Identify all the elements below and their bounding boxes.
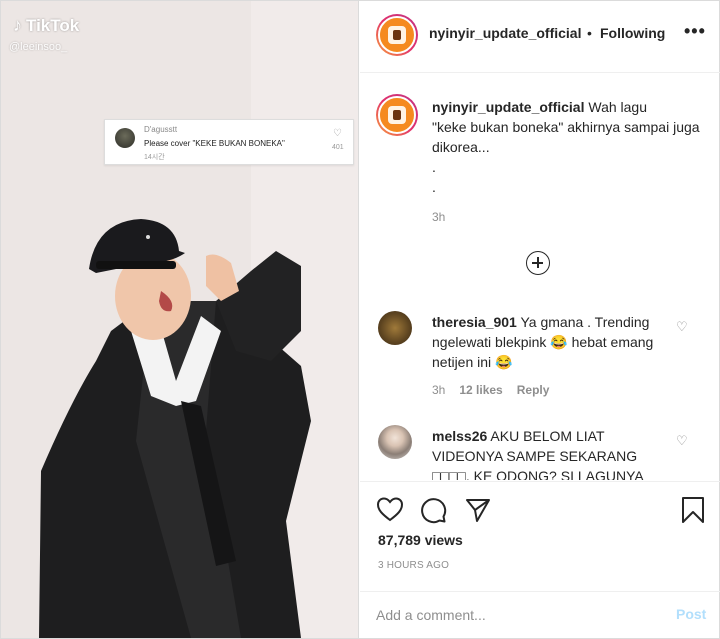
following-button[interactable]: Following <box>600 25 665 41</box>
caption-dot-2: . <box>432 179 436 195</box>
header-separator: • <box>587 25 592 41</box>
reply-card-likes: 401 <box>332 144 344 151</box>
header-avatar[interactable] <box>376 14 418 56</box>
comment-avatar[interactable] <box>378 425 412 459</box>
comments-section[interactable]: nyinyir_update_official Wah lagu "keke b… <box>360 74 720 480</box>
reply-card-user: D'agusstt <box>144 125 178 134</box>
comment-heart-icon[interactable]: ♡ <box>676 433 688 449</box>
caption-avatar-image <box>378 96 416 134</box>
post-timestamp[interactable]: 3 HOURS AGO <box>378 560 449 571</box>
header-username[interactable]: nyinyir_update_official <box>429 25 581 41</box>
action-bar: 87,789 views 3 HOURS AGO <box>360 481 720 591</box>
bookmark-icon[interactable] <box>680 496 706 524</box>
tiktok-logo-text: TikTok <box>26 15 80 35</box>
tiktok-note-icon: ♪ <box>13 15 22 35</box>
reply-card-heart-icon: ♡ <box>333 128 342 139</box>
caption-dot-1: . <box>432 159 436 175</box>
avatar-glyph <box>388 26 406 44</box>
share-icon[interactable] <box>464 496 492 524</box>
tiktok-reply-card: D'agusstt Please cover "KEKE BUKAN BONEK… <box>104 119 354 165</box>
more-icon[interactable]: ••• <box>684 21 706 42</box>
comment-username[interactable]: theresia_901 <box>432 314 517 330</box>
comment-input[interactable] <box>376 604 656 626</box>
comment-reply-button[interactable]: Reply <box>517 383 550 397</box>
reply-card-text: Please cover "KEKE BUKAN BONEKA" <box>144 139 285 148</box>
comment-icon[interactable] <box>419 496 447 524</box>
instagram-post-modal: ♪ TikTok @leeinsoo_ D'agusstt Please cov… <box>0 0 720 639</box>
post-side-panel: nyinyir_update_official • Following ••• … <box>360 1 720 638</box>
comment-heart-icon[interactable]: ♡ <box>676 319 688 335</box>
caption-username[interactable]: nyinyir_update_official <box>432 99 584 115</box>
comment-likes[interactable]: 12 likes <box>459 383 502 397</box>
video-frame-illustration <box>1 1 358 638</box>
views-count[interactable]: 87,789 views <box>378 532 463 548</box>
reply-card-avatar <box>115 128 135 148</box>
heart-icon[interactable] <box>376 496 404 522</box>
comment-meta: 3h 12 likes Reply <box>432 383 549 397</box>
header-avatar-image <box>378 16 416 54</box>
caption: nyinyir_update_official Wah lagu "keke b… <box>432 97 702 197</box>
add-comment-bar: Post <box>360 591 720 638</box>
post-header: nyinyir_update_official • Following ••• <box>360 1 720 73</box>
tiktok-handle: @leeinsoo_ <box>9 41 68 53</box>
comment: melss26 AKU BELOM LIAT VIDEONYA SAMPE SE… <box>432 426 672 480</box>
comment-avatar[interactable] <box>378 311 412 345</box>
reply-card-time: 14시간 <box>144 154 165 161</box>
comment-username[interactable]: melss26 <box>432 428 487 444</box>
comment-time[interactable]: 3h <box>432 383 445 397</box>
post-video[interactable]: ♪ TikTok @leeinsoo_ D'agusstt Please cov… <box>1 1 359 638</box>
caption-text-line1: Wah lagu <box>588 99 647 115</box>
avatar-glyph <box>388 106 406 124</box>
post-button[interactable]: Post <box>676 606 706 622</box>
tiktok-watermark: ♪ TikTok <box>13 15 79 36</box>
caption-avatar[interactable] <box>376 94 418 136</box>
caption-text-rest: "keke bukan boneka" akhirnya sampai juga… <box>432 119 700 155</box>
caption-time[interactable]: 3h <box>432 210 445 224</box>
load-more-icon[interactable] <box>526 251 550 275</box>
comment: theresia_901 Ya gmana . Trending ngelewa… <box>432 312 672 372</box>
